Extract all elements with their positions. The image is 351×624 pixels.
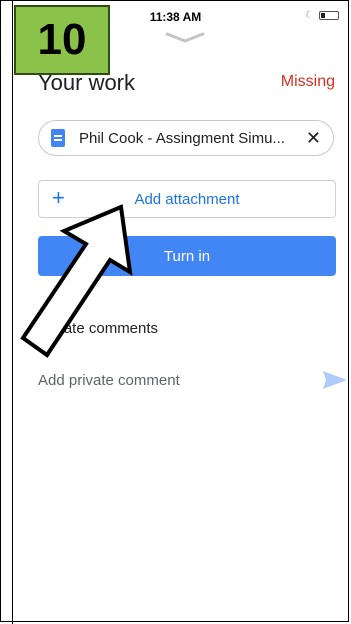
send-icon[interactable] [322,369,348,391]
attachment-chip[interactable]: Phil Cook - Assingment Simu... ✕ [38,120,334,156]
drag-handle-icon[interactable] [165,30,205,44]
doc-icon [51,129,65,147]
moon-icon: ☾ [305,10,314,21]
add-attachment-label: Add attachment [134,191,240,208]
status-badge: Missing [280,73,335,90]
comments-heading: Private comments [38,320,159,337]
frame-divider [12,0,13,624]
close-icon[interactable]: ✕ [306,128,321,148]
turn-in-button[interactable]: Turn in [38,236,336,276]
battery-icon [319,11,339,20]
step-badge: 10 [14,5,110,75]
add-attachment-button[interactable]: + Add attachment [38,180,336,218]
comment-input[interactable]: Add private comment [38,372,180,389]
attachment-name: Phil Cook - Assingment Simu... [79,129,285,147]
